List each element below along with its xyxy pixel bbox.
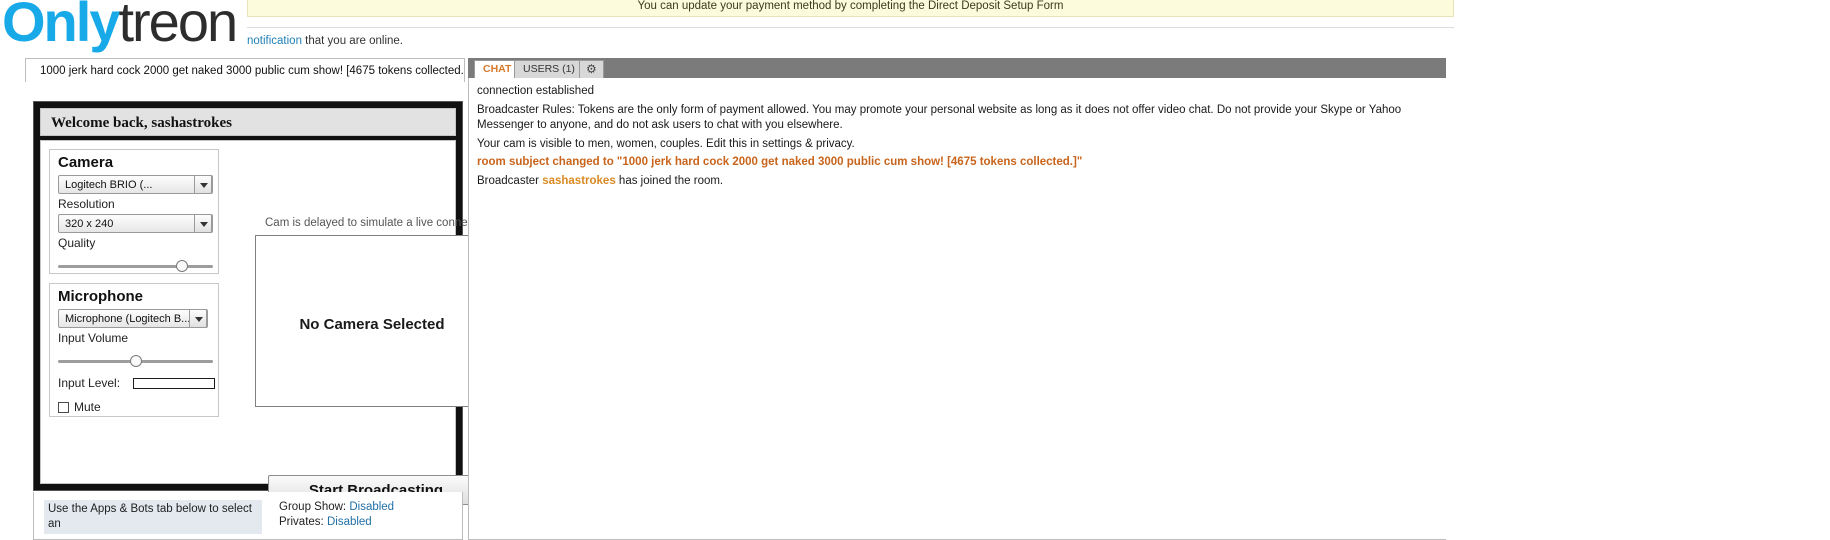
- broadcaster-panel: Welcome back, sashastrokes Camera Logite…: [33, 101, 492, 505]
- tab-chat-label: CHAT: [483, 63, 512, 75]
- tab-users[interactable]: USERS (1): [514, 60, 584, 78]
- microphone-group-title: Microphone: [58, 288, 143, 305]
- banner-message: You can update your payment method by co…: [637, 0, 1064, 12]
- tab-users-label: USERS (1): [523, 63, 575, 75]
- camera-settings-group: Camera Logitech BRIO (... Resolution 320…: [49, 149, 219, 274]
- broadcaster-bottom-strip: Use the Apps & Bots tab below to select …: [33, 492, 463, 540]
- input-level-label: Input Level:: [58, 376, 121, 390]
- camera-device-value: Logitech BRIO (...: [65, 179, 153, 191]
- input-volume-slider-knob[interactable]: [130, 355, 142, 367]
- resolution-select[interactable]: 320 x 240: [58, 214, 213, 233]
- mute-label: Mute: [74, 400, 101, 414]
- main-content: 1000 jerk hard cock 2000 get naked 3000 …: [25, 58, 1805, 540]
- gear-icon: ⚙: [586, 62, 597, 76]
- app-root: You can update your payment method by co…: [0, 0, 1830, 540]
- welcome-text: Welcome back, sashastrokes: [51, 115, 232, 131]
- quality-label: Quality: [58, 236, 96, 250]
- privates-value: Disabled: [326, 516, 372, 528]
- payment-notification-banner: You can update your payment method by co…: [247, 0, 1454, 17]
- chevron-down-icon: [189, 310, 207, 327]
- quality-slider-track: [58, 265, 213, 268]
- chat-message: Broadcaster Rules: Tokens are the only f…: [477, 103, 1402, 132]
- site-logo[interactable]: Onlytreon: [2, 0, 238, 53]
- room-subject-text: 1000 jerk hard cock 2000 get naked 3000 …: [40, 65, 465, 77]
- camera-group-title: Camera: [58, 154, 114, 171]
- notification-link[interactable]: notification: [247, 35, 302, 47]
- chat-tab-strip: CHAT USERS (1) ⚙: [468, 58, 1447, 78]
- camera-preview[interactable]: No Camera Selected: [255, 235, 489, 407]
- quality-slider-knob[interactable]: [176, 260, 188, 272]
- room-subject-bar[interactable]: 1000 jerk hard cock 2000 get naked 3000 …: [25, 58, 465, 82]
- banner-divider: [247, 27, 1454, 28]
- chevron-down-icon: [194, 176, 212, 193]
- input-volume-label: Input Volume: [58, 331, 129, 345]
- input-level-meter: [133, 378, 216, 390]
- group-show-value: Disabled: [349, 501, 395, 513]
- welcome-bar: Welcome back, sashastrokes: [40, 108, 456, 136]
- input-volume-slider[interactable]: [58, 354, 213, 368]
- join-prefix: Broadcaster: [477, 174, 543, 187]
- resolution-label: Resolution: [58, 197, 115, 211]
- chat-message: Your cam is visible to men, women, coupl…: [477, 137, 855, 150]
- chat-message-list[interactable]: connection established Broadcaster Rules…: [468, 78, 1447, 540]
- group-show-row: Group Show: Disabled: [279, 500, 394, 515]
- page-right-margin: [1446, 58, 1472, 540]
- chat-message: connection established: [477, 85, 594, 97]
- camera-device-select[interactable]: Logitech BRIO (...: [58, 175, 213, 194]
- chat-message-subject-change: room subject changed to "1000 jerk hard …: [477, 156, 1083, 168]
- logo-part-only: Only: [2, 0, 120, 53]
- mute-checkbox[interactable]: [58, 402, 69, 414]
- privates-row: Privates: Disabled: [279, 515, 394, 530]
- online-notice: notification that you are online.: [247, 35, 403, 47]
- microphone-device-select[interactable]: Microphone (Logitech B...: [58, 309, 208, 328]
- cam-delay-note: Cam is delayed to simulate a live connec…: [265, 217, 492, 229]
- privates-label: Privates:: [279, 516, 324, 528]
- show-status-info: Group Show: Disabled Privates: Disabled: [279, 500, 394, 530]
- online-notice-text: that you are online.: [301, 35, 403, 47]
- logo-part-treon: treon: [118, 0, 238, 53]
- broadcaster-settings-body: Camera Logitech BRIO (... Resolution 320…: [40, 140, 492, 505]
- chevron-down-icon: [194, 215, 212, 232]
- input-level-row: Input Level:: [50, 376, 218, 390]
- resolution-value: 320 x 240: [65, 218, 114, 230]
- microphone-device-value: Microphone (Logitech B...: [65, 313, 191, 325]
- chat-column: CHAT USERS (1) ⚙ connection established …: [468, 58, 1447, 540]
- join-username[interactable]: sashastrokes: [542, 175, 616, 187]
- microphone-settings-group: Microphone Microphone (Logitech B... Inp…: [49, 283, 219, 417]
- chat-message-join: Broadcaster sashastrokes has joined the …: [477, 174, 1438, 190]
- apps-bots-note: Use the Apps & Bots tab below to select …: [44, 500, 262, 534]
- camera-preview-placeholder: No Camera Selected: [299, 316, 445, 333]
- tab-settings[interactable]: ⚙: [579, 60, 604, 78]
- broadcaster-column: 1000 jerk hard cock 2000 get naked 3000 …: [25, 58, 492, 540]
- quality-slider[interactable]: [58, 259, 213, 273]
- mute-row[interactable]: Mute: [50, 400, 218, 414]
- join-suffix: has joined the room.: [615, 174, 724, 187]
- group-show-label: Group Show:: [279, 501, 347, 513]
